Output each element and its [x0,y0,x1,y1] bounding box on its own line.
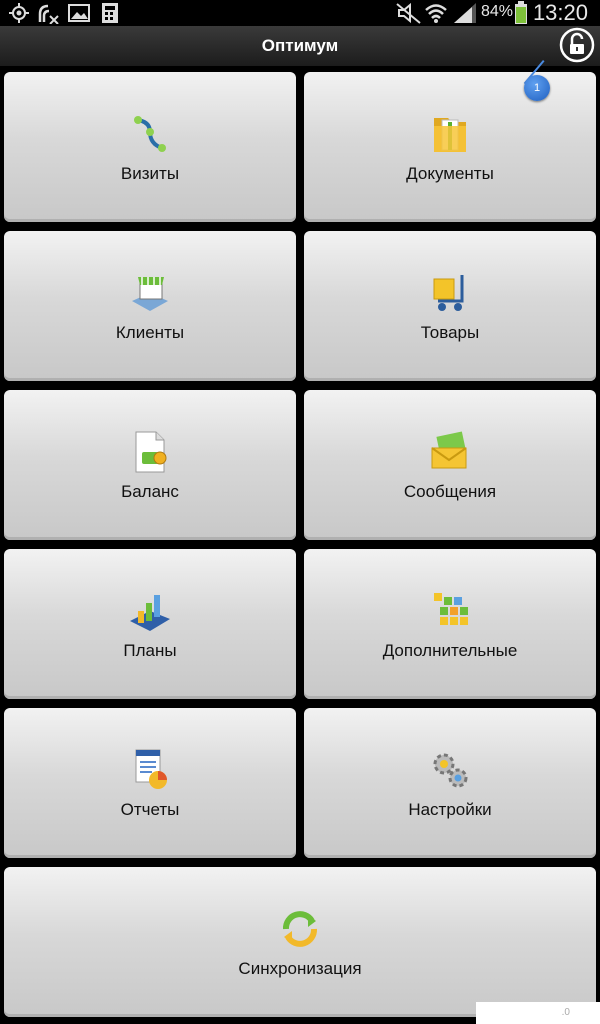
balance-button[interactable]: Баланс [4,390,296,540]
reports-label: Отчеты [120,800,180,819]
visits-button[interactable]: Визиты [4,72,296,222]
clients-button[interactable]: Клиенты [4,231,296,381]
clients-store-icon [132,277,168,311]
missed-signal-icon [38,4,59,24]
signal-icon [454,3,476,23]
goods-button[interactable]: Товары [304,231,596,381]
sync-icon [283,911,317,947]
title-bar: Оптимум [0,26,600,66]
messages-label: Сообщения [403,482,497,501]
visits-icon [134,116,166,152]
goods-label: Товары [420,323,480,342]
plans-chart-icon [130,595,170,631]
additional-button[interactable]: Дополнительные [304,549,596,699]
notification-badge[interactable]: 1 [524,75,550,101]
wifi-icon [425,4,447,23]
mute-icon [396,2,421,24]
goods-cart-icon [433,275,464,311]
balance-icon [135,431,167,473]
unlock-icon [559,27,595,63]
visits-label: Визиты [120,164,180,183]
documents-label: Документы [406,164,494,183]
settings-button[interactable]: Настройки [304,708,596,858]
settings-gears-icon [433,753,468,788]
documents-button[interactable]: Документы [304,72,596,222]
additional-grid-icon [434,593,468,625]
additional-label: Дополнительные [382,641,518,660]
clients-label: Клиенты [115,323,185,342]
page-title: Оптимум [261,36,339,55]
documents-folder-icon [434,118,466,152]
balance-label: Баланс [121,482,179,501]
plans-button[interactable]: Планы [4,549,296,699]
messages-envelope-icon [431,431,467,469]
calculator-icon [102,3,118,23]
clock: 13:20 [532,0,588,25]
gallery-icon [68,4,90,22]
corner-overlay: .0 [476,1002,600,1024]
battery-icon [515,1,527,24]
lock-button[interactable] [558,26,596,66]
gps-icon [9,3,29,23]
plans-label: Планы [123,641,177,660]
settings-label: Настройки [408,800,492,819]
reports-icon [135,749,167,789]
sync-button[interactable]: Синхронизация [4,867,596,1017]
sync-label: Синхронизация [238,959,362,978]
battery-percent: 84% [481,3,514,20]
status-bar: 84% 13:20 [0,0,600,26]
reports-button[interactable]: Отчеты [4,708,296,858]
messages-button[interactable]: Сообщения [304,390,596,540]
